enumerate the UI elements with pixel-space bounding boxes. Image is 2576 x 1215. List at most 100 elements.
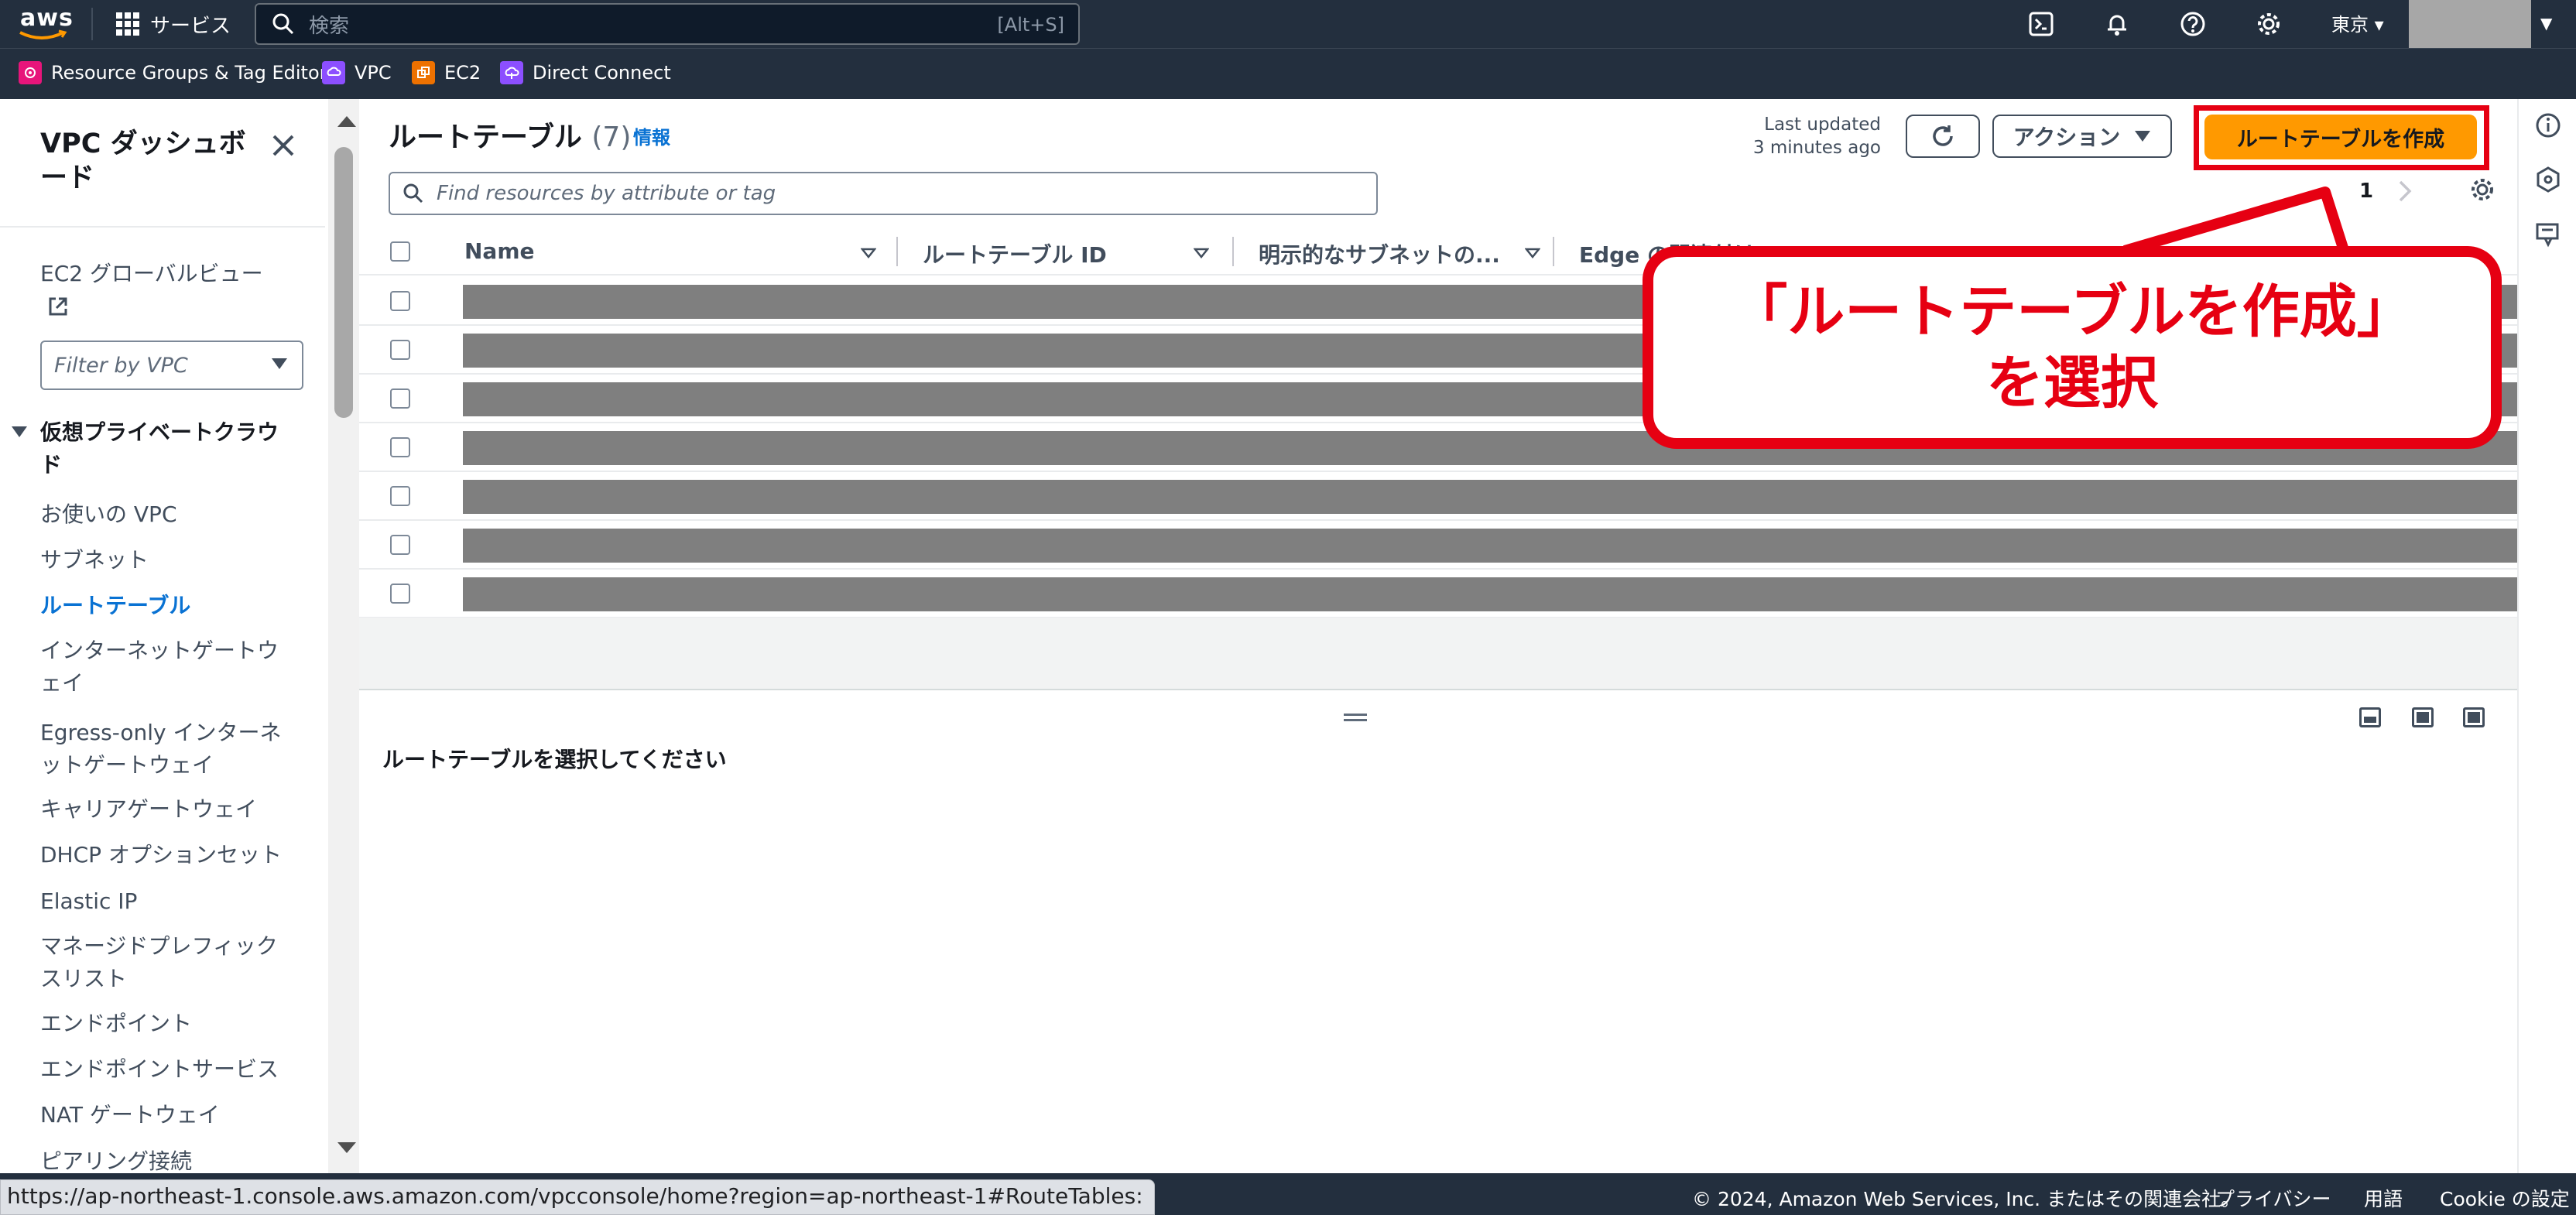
sidebar-item-dhcp-options[interactable]: DHCP オプションセット (40, 839, 296, 871)
sidebar-item-peering-connections[interactable]: ピアリング接続 (40, 1145, 296, 1173)
sidebar-item-nat-gateways[interactable]: NAT ゲートウェイ (40, 1099, 296, 1131)
scroll-up-icon[interactable] (337, 116, 356, 127)
resource-filter-input[interactable]: Find resources by attribute or tag (389, 172, 1378, 215)
favorite-vpc[interactable]: VPC (322, 61, 392, 84)
search-placeholder: 検索 (309, 14, 350, 38)
last-updated-label: Last updated (1764, 115, 1881, 135)
scroll-down-icon[interactable] (337, 1142, 356, 1153)
direct-connect-icon (500, 61, 523, 84)
sidebar-item-route-tables[interactable]: ルートテーブル (40, 590, 296, 622)
split-panel-drag-handle[interactable] (1344, 714, 1367, 721)
tools-rail (2517, 99, 2576, 1173)
sort-icon[interactable] (1194, 248, 1209, 258)
sidebar-item-subnets[interactable]: サブネット (40, 544, 296, 577)
sort-icon[interactable] (861, 248, 876, 258)
row-checkbox[interactable] (390, 584, 410, 604)
row-checkbox[interactable] (390, 291, 410, 311)
last-updated-time: 3 minutes ago (1752, 138, 1881, 158)
row-checkbox[interactable] (390, 486, 410, 506)
ec2-icon (412, 61, 435, 84)
favorite-resource-groups[interactable]: Resource Groups & Tag Editor (19, 61, 327, 84)
sidebar-item-elastic-ip[interactable]: Elastic IP (40, 885, 296, 918)
chevron-right-icon[interactable] (2396, 180, 2413, 203)
favorite-label: Direct Connect (533, 62, 671, 84)
cloudshell-icon[interactable] (2026, 9, 2056, 39)
account-caret-icon[interactable]: ▼ (2540, 14, 2552, 33)
table-row[interactable] (359, 570, 2517, 618)
vpc-icon (322, 61, 345, 84)
redacted-row-content (463, 577, 2517, 611)
favorite-direct-connect[interactable]: Direct Connect (500, 61, 671, 84)
close-icon[interactable] (268, 130, 299, 161)
nav-divider (91, 8, 93, 40)
sidebar-item-carrier-gateways[interactable]: キャリアゲートウェイ (40, 793, 296, 826)
global-search-input[interactable]: 検索 [Alt+S] (255, 3, 1080, 45)
sidebar-title[interactable]: VPC ダッシュボード (40, 127, 265, 195)
status-bar-url: https://ap-northeast-1.console.aws.amazo… (0, 1179, 1155, 1215)
sidebar-item-endpoint-services[interactable]: エンドポイントサービス (40, 1053, 296, 1086)
column-header-route-table-id[interactable]: ルートテーブル ID (923, 238, 1107, 269)
column-divider[interactable] (1232, 237, 1234, 266)
caret-down-icon (12, 426, 27, 437)
column-divider[interactable] (1553, 237, 1554, 266)
favorite-label: EC2 (444, 62, 481, 84)
notifications-bell-icon[interactable] (2102, 9, 2132, 39)
scrollbar-thumb[interactable] (334, 147, 353, 418)
sidebar-item-managed-prefix-lists[interactable]: マネージドプレフィックスリスト (40, 930, 288, 995)
row-checkbox[interactable] (390, 535, 410, 555)
refresh-button[interactable] (1906, 115, 1980, 158)
favorite-ec2[interactable]: EC2 (412, 61, 481, 84)
caret-down-icon (272, 358, 287, 369)
aws-logo[interactable]: aws (19, 5, 73, 43)
last-updated: Last updated 3 minutes ago (1718, 113, 1881, 159)
sidebar-item-endpoints[interactable]: エンドポイント (40, 1008, 296, 1040)
split-panel-message: ルートテーブルを選択してください (382, 747, 727, 772)
row-checkbox[interactable] (390, 437, 410, 457)
split-panel-side-icon[interactable] (2412, 707, 2434, 727)
settings-gear-icon[interactable] (2254, 9, 2283, 39)
aws-logo-text: aws (20, 5, 74, 32)
info-icon[interactable] (2534, 111, 2562, 139)
sidebar-item-your-vpcs[interactable]: お使いの VPC (40, 498, 296, 531)
cookie-settings-link[interactable]: Cookie の設定 (2440, 1184, 2570, 1212)
split-panel-full-icon[interactable] (2463, 707, 2485, 727)
copyright-text: © 2024, Amazon Web Services, Inc. またはその関… (1692, 1188, 2241, 1210)
external-link-icon[interactable] (46, 295, 70, 318)
info-link[interactable]: 情報 (633, 122, 670, 149)
vpc-filter-select[interactable]: Filter by VPC (40, 341, 303, 390)
help-icon[interactable] (2178, 9, 2208, 39)
sidebar-item-internet-gateways[interactable]: インターネットゲートウェイ (40, 635, 288, 700)
callout-line-1: 「ルートテーブルを作成」 (1730, 279, 2414, 345)
privacy-link[interactable]: プライバシー (2215, 1184, 2331, 1212)
select-all-checkbox[interactable] (390, 241, 410, 262)
sidebar-item-ec2-global-view[interactable]: EC2 グローバルビュー (40, 258, 296, 290)
search-icon (403, 183, 423, 204)
side-navigation: VPC ダッシュボード EC2 グローバルビュー Filter by VPC 仮… (0, 99, 359, 1173)
services-menu-button[interactable]: サービス (116, 6, 231, 42)
region-selector[interactable]: 東京 ▾ (2331, 9, 2384, 36)
column-header-name[interactable]: Name (464, 238, 535, 264)
actions-dropdown-button[interactable]: アクション (1992, 115, 2172, 158)
row-checkbox[interactable] (390, 340, 410, 360)
feedback-icon[interactable] (2534, 221, 2562, 249)
favorite-label: VPC (355, 62, 392, 84)
table-row[interactable] (359, 521, 2517, 570)
services-label: サービス (150, 14, 231, 38)
terms-link[interactable]: 用語 (2364, 1184, 2403, 1212)
favorites-bar: Resource Groups & Tag Editor VPC EC2 Dir… (0, 48, 2576, 99)
page-title-text: ルートテーブル (389, 122, 582, 153)
page-number[interactable]: 1 (2359, 180, 2373, 203)
sort-icon[interactable] (1525, 248, 1540, 258)
table-row[interactable] (359, 472, 2517, 521)
resource-count: (7) (591, 122, 632, 153)
table-settings-gear-icon[interactable] (2469, 176, 2496, 203)
split-panel-bottom-icon[interactable] (2359, 707, 2381, 727)
row-checkbox[interactable] (390, 388, 410, 409)
account-menu-redacted[interactable] (2409, 0, 2531, 48)
column-header-explicit-subnet[interactable]: 明示的なサブネットの... (1259, 238, 1500, 269)
hexagon-icon[interactable] (2534, 166, 2562, 193)
column-divider[interactable] (896, 237, 898, 266)
sidebar-item-egress-only-igw[interactable]: Egress-only インターネットゲートウェイ (40, 717, 288, 782)
resource-groups-icon (19, 61, 42, 84)
sidebar-scrollbar[interactable] (328, 99, 359, 1173)
